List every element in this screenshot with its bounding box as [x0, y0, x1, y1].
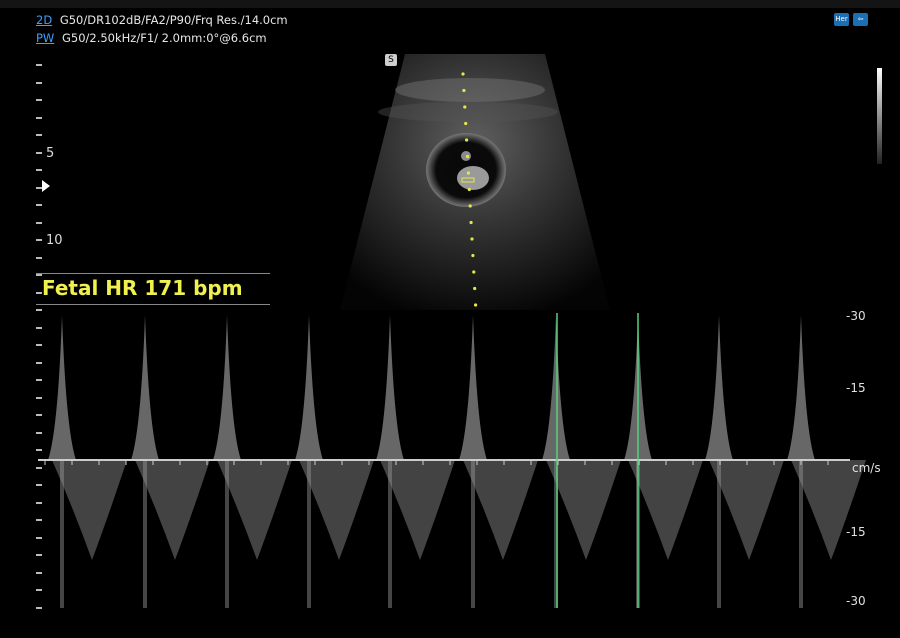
spectral-peak: [213, 315, 241, 460]
doppler-spectrum: [38, 313, 866, 608]
spectral-streak: [799, 460, 803, 608]
spectral-peak: [131, 315, 159, 460]
spectral-peak: [459, 315, 487, 460]
velocity-top-label: -30: [846, 309, 866, 323]
spectral-streak: [60, 460, 64, 608]
spectral-streak: [307, 460, 311, 608]
spectral-peak: [542, 315, 570, 460]
spectral-streak: [225, 460, 229, 608]
spectral-peak: [48, 315, 76, 460]
spectral-streak: [143, 460, 147, 608]
spectral-streak: [471, 460, 475, 608]
spectral-streak: [717, 460, 721, 608]
spectral-peak: [787, 315, 815, 460]
velocity-upper-mid-label: -15: [846, 381, 866, 395]
spectral-peak: [705, 315, 733, 460]
spectral-streak: [388, 460, 392, 608]
velocity-bottom-label: -30: [846, 594, 866, 608]
velocity-unit-label: cm/s: [852, 461, 881, 475]
velocity-lower-mid-label: -15: [846, 525, 866, 539]
spectral-peak: [376, 315, 404, 460]
spectral-peak: [295, 315, 323, 460]
